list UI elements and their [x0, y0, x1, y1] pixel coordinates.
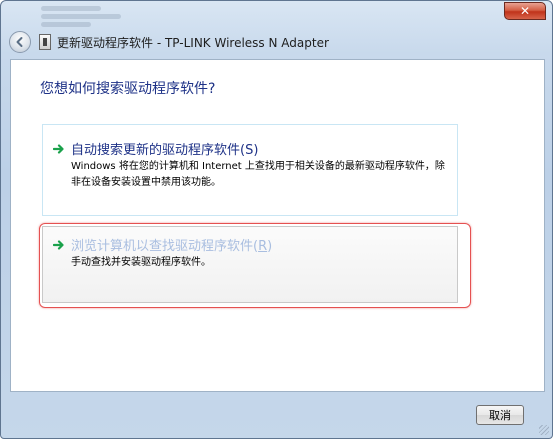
browse-computer-description: 手动查找并安装驱动程序软件。	[71, 257, 211, 268]
green-arrow-icon	[53, 144, 64, 154]
close-icon: ✕	[519, 4, 531, 18]
resize-grip[interactable]	[539, 425, 549, 435]
page-heading: 您想如何搜索驱动程序软件?	[40, 81, 216, 97]
browse-computer-option[interactable]: 浏览计算机以查找驱动程序软件(R) 手动查找并安装驱动程序软件。	[42, 226, 458, 303]
navigation-bar: 更新驱动程序软件 - TP-LINK Wireless N Adapter	[1, 29, 552, 55]
close-button[interactable]: ✕	[504, 2, 546, 20]
browse-title-close: )	[267, 239, 273, 254]
back-arrow-icon	[16, 37, 23, 47]
browse-title-text: 浏览计算机以查找驱动程序软件(	[71, 239, 259, 254]
browse-access-key: R	[258, 239, 268, 254]
auto-search-description: Windows 将在您的计算机和 Internet 上查找用于相关设备的最新驱动…	[71, 161, 445, 188]
device-driver-icon	[39, 34, 51, 50]
green-arrow-icon	[53, 240, 64, 250]
cancel-button[interactable]: 取消	[476, 405, 524, 425]
blurred-background	[41, 3, 131, 27]
auto-search-title: 自动搜索更新的驱动程序软件(S)	[71, 143, 259, 158]
title-bar[interactable]: ✕	[1, 1, 552, 29]
content-panel: 您想如何搜索驱动程序软件? 自动搜索更新的驱动程序软件(S) Windows 将…	[10, 59, 545, 392]
back-button[interactable]	[9, 31, 31, 53]
dialog-window: ✕ 更新驱动程序软件 - TP-LINK Wireless N Adapter …	[0, 0, 553, 439]
auto-search-option[interactable]: 自动搜索更新的驱动程序软件(S) Windows 将在您的计算机和 Intern…	[42, 124, 458, 216]
browse-computer-title: 浏览计算机以查找驱动程序软件(R)	[71, 235, 272, 254]
window-title: 更新驱动程序软件 - TP-LINK Wireless N Adapter	[57, 36, 329, 50]
